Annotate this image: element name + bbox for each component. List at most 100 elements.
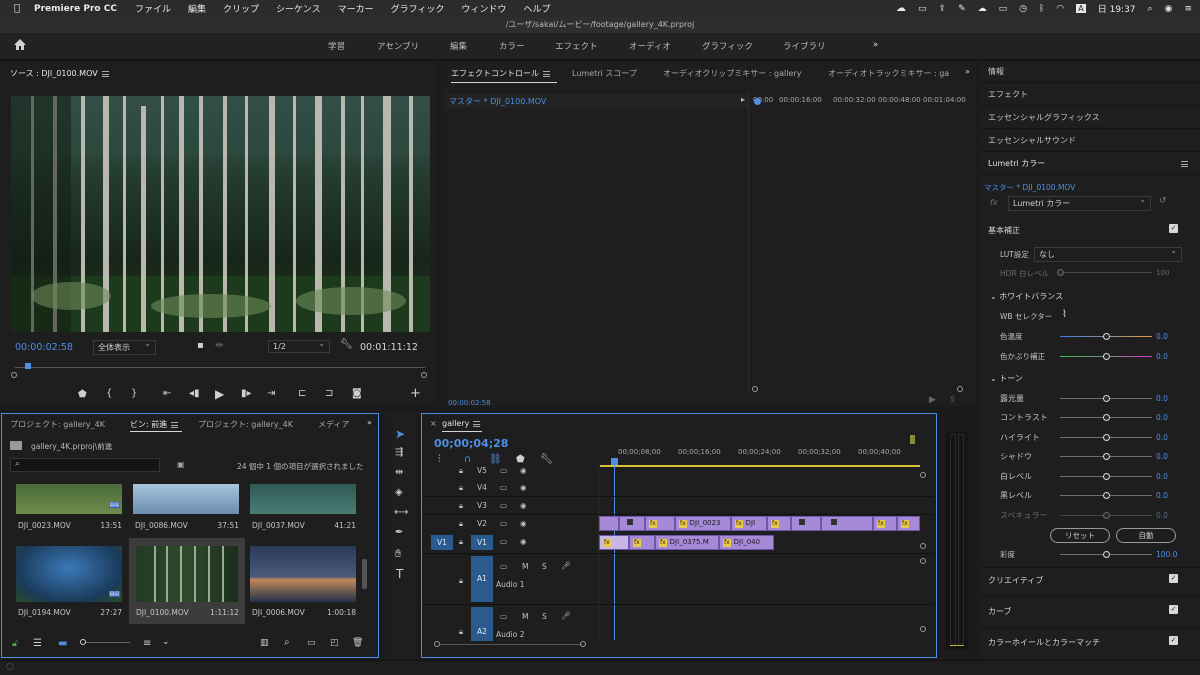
panel-effects[interactable]: エフェクト	[980, 84, 1200, 106]
saturation-slider[interactable]	[1060, 551, 1152, 558]
timeline-timecode[interactable]: 00;00;04;28	[434, 437, 508, 450]
basic-correction-checkbox[interactable]: ✓	[1169, 224, 1178, 233]
slider-value[interactable]: 0.0	[1156, 332, 1168, 341]
workspace-color[interactable]: カラー	[499, 40, 525, 52]
home-icon[interactable]	[13, 38, 27, 51]
slip-tool-icon[interactable]: ⟷	[394, 507, 408, 518]
lut-dropdown[interactable]: なし	[1034, 246, 1182, 262]
slider-value[interactable]: 0.0	[1156, 472, 1168, 481]
menu-icon[interactable]	[473, 420, 481, 427]
menu-clip[interactable]: クリップ	[223, 2, 259, 15]
lock-icon[interactable]: 🔒︎	[459, 576, 463, 586]
curves-header[interactable]: カーブ	[988, 606, 1012, 617]
bluetooth-icon[interactable]: ᛒ	[1039, 4, 1044, 14]
play-icon[interactable]: ▶	[215, 387, 224, 401]
thumbnail-item-selected[interactable]: DJI_0100.MOV 1:11:12	[129, 538, 245, 624]
timeline-h-scrollbar[interactable]	[440, 644, 582, 645]
menu-icon[interactable]	[543, 70, 550, 77]
step-forward-icon[interactable]: ▮▸	[241, 388, 252, 399]
clip[interactable]: fx	[645, 516, 675, 531]
settings-icon[interactable]: ▪	[197, 340, 204, 351]
slider-knob[interactable]	[1103, 473, 1110, 480]
grid-scrollbar[interactable]	[362, 559, 367, 589]
temperature-slider[interactable]	[1060, 333, 1152, 340]
track-target-a2[interactable]: A2	[471, 607, 493, 641]
solo-button[interactable]: S	[542, 612, 547, 621]
slider-value[interactable]: 0.0	[1156, 511, 1168, 520]
sort-dropdown-icon[interactable]: ⌄	[162, 637, 170, 647]
tab-lumetri-scopes[interactable]: Lumetri スコープ	[572, 68, 637, 79]
camera-icon[interactable]: ◙	[352, 388, 362, 399]
menu-sequence[interactable]: シーケンス	[276, 2, 321, 15]
track-scroll-handle[interactable]	[920, 626, 926, 632]
tone-slider[interactable]	[1060, 473, 1152, 480]
auto-button[interactable]: 自動	[1116, 528, 1176, 543]
app-name[interactable]: Premiere Pro CC	[34, 4, 117, 14]
add-marker-icon[interactable]: ⬟	[516, 454, 525, 465]
tone-slider[interactable]	[1060, 453, 1152, 460]
mark-in-icon[interactable]: {	[106, 388, 112, 399]
ec-timecode[interactable]: 00:00:02:58	[448, 399, 491, 407]
tab-project-1[interactable]: プロジェクト: gallery_4K	[10, 419, 105, 430]
lock-icon[interactable]: 🔓︎	[12, 639, 18, 649]
clip[interactable]	[791, 516, 821, 531]
clip[interactable]: fx	[897, 516, 920, 531]
resolution-dropdown[interactable]: 1/2	[268, 339, 330, 353]
menu-window[interactable]: ウィンドウ	[461, 2, 506, 15]
share-icon[interactable]: ⇪	[939, 4, 947, 14]
eye-icon[interactable]: ◉	[520, 537, 527, 546]
workspace-graphics[interactable]: グラフィック	[702, 40, 753, 52]
zoom-slider-knob[interactable]	[80, 639, 86, 645]
mic-icon[interactable]: 🎤︎	[561, 611, 571, 620]
find-icon[interactable]: ⌕	[284, 637, 290, 648]
eyedropper-icon[interactable]: ⌇	[1062, 309, 1067, 320]
tone-slider[interactable]	[1060, 395, 1152, 402]
eye-icon[interactable]: ◉	[520, 466, 527, 475]
selection-tool-icon[interactable]: ➤	[395, 427, 405, 441]
source-patch-v1[interactable]: V1	[431, 535, 453, 550]
nest-icon[interactable]: ⫶	[438, 454, 441, 465]
curves-checkbox[interactable]: ✓	[1169, 605, 1178, 614]
source-timecode[interactable]: 00:00:02:58	[15, 342, 73, 353]
lock-icon[interactable]: 🔒︎	[459, 537, 463, 547]
ec-time-ruler[interactable]: 00:00 00:00:16:00 00:00:32:00 00:00:48:0…	[753, 96, 966, 107]
slider-knob[interactable]	[1103, 353, 1110, 360]
wifi-icon[interactable]: ◠	[1056, 4, 1064, 14]
menu-icon[interactable]	[1181, 161, 1188, 167]
tab-media[interactable]: メディア	[318, 419, 349, 430]
mute-button[interactable]: M	[522, 562, 528, 571]
clock[interactable]: 日 19:37	[1098, 2, 1136, 15]
time-machine-icon[interactable]: ◷	[1019, 4, 1027, 14]
go-to-in-icon[interactable]: ⇤	[163, 388, 171, 399]
eye-icon[interactable]: ◉	[520, 519, 527, 528]
expand-icon[interactable]: ▸	[741, 95, 745, 104]
track-scroll-handle[interactable]	[920, 543, 926, 549]
zoom-slider[interactable]	[80, 639, 130, 645]
slider-knob[interactable]	[1057, 269, 1064, 276]
mark-out-icon[interactable]: }	[131, 388, 137, 399]
more-tabs-icon[interactable]: »	[367, 418, 372, 427]
thumbnail-item[interactable]: DJI_0006.MOV 1:00:18	[250, 545, 358, 621]
slider-value[interactable]: 0.0	[1156, 452, 1168, 461]
workspace-learn[interactable]: 学習	[328, 40, 345, 52]
clip[interactable]: fx	[767, 516, 791, 531]
filter-icon[interactable]: ▶	[929, 395, 936, 405]
menu-edit[interactable]: 編集	[188, 2, 206, 15]
tone-slider[interactable]	[1060, 492, 1152, 499]
lock-icon[interactable]: 🔒︎	[459, 627, 463, 637]
menu-file[interactable]: ファイル	[135, 2, 171, 15]
sort-icon[interactable]: ≡	[143, 638, 151, 649]
clip[interactable]: fx	[629, 535, 655, 550]
tone-header[interactable]: ⌄ トーン	[990, 373, 1023, 384]
fx-icon[interactable]: fx	[990, 198, 998, 207]
type-tool-icon[interactable]: T	[396, 567, 403, 581]
lock-icon[interactable]: 🔒︎	[459, 483, 463, 493]
automate-icon[interactable]: ▥	[260, 638, 269, 648]
lock-icon[interactable]: 🔒︎	[459, 466, 463, 476]
search-input[interactable]: ⌕	[10, 458, 160, 472]
menu-icon[interactable]	[101, 70, 109, 77]
track-scroll-handle[interactable]	[920, 472, 926, 478]
menu-icon[interactable]	[171, 421, 179, 428]
color-wheels-header[interactable]: カラーホイールとカラーマッチ	[988, 637, 1100, 648]
color-wheels-checkbox[interactable]: ✓	[1169, 636, 1178, 645]
